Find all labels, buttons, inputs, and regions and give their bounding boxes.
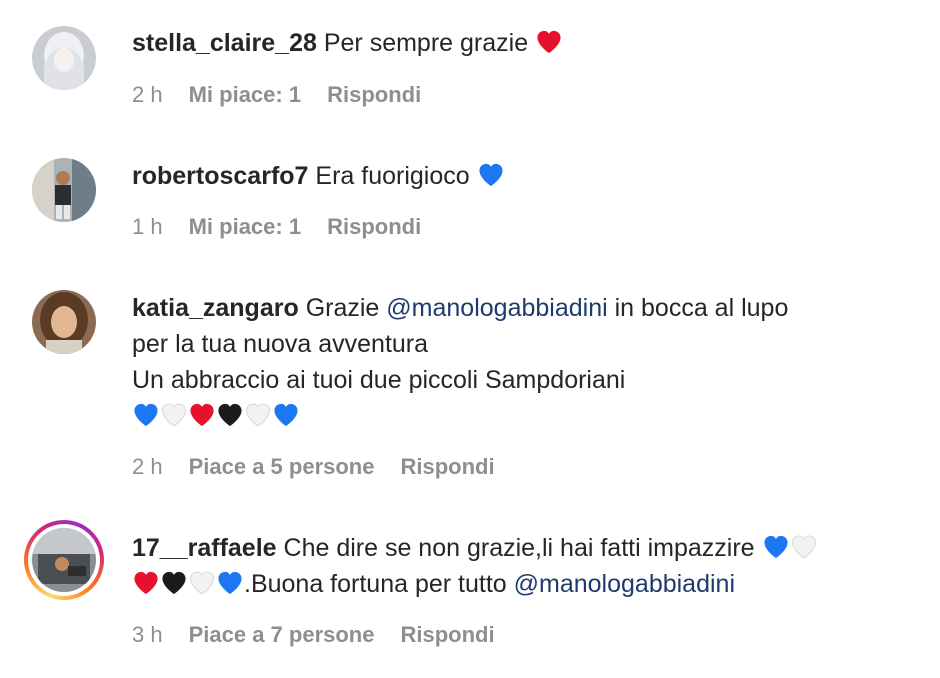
comment-time[interactable]: 3 h [132, 622, 163, 648]
white-heart-icon [160, 402, 188, 428]
comment-text-line: per la tua nuova avventura [132, 330, 429, 358]
reply-button[interactable]: Rispondi [400, 454, 494, 480]
like-count[interactable]: Mi piace: 1 [189, 82, 301, 108]
red-heart-icon [535, 29, 563, 55]
black-heart-icon [216, 402, 244, 428]
comment-text: in bocca al lupo [614, 294, 789, 322]
comment-username[interactable]: stella_claire_28 [132, 29, 317, 57]
avatar[interactable] [32, 26, 96, 90]
comment-username[interactable]: robertoscarfo7 [132, 162, 308, 190]
like-count[interactable]: Piace a 5 persone [189, 454, 375, 480]
comment-text: Grazie [305, 294, 380, 322]
emoji-line [132, 398, 920, 434]
comment-username[interactable]: 17__raffaele [132, 534, 277, 562]
comment-body: katia_zangaro Grazie @manologabbiadini i… [132, 290, 920, 434]
blue-heart-icon [762, 534, 790, 560]
comment-time[interactable]: 2 h [132, 454, 163, 480]
white-heart-icon [790, 534, 818, 560]
avatar[interactable] [32, 158, 96, 222]
blue-heart-icon [216, 570, 244, 596]
reply-button[interactable]: Rispondi [327, 82, 421, 108]
comment-body: 17__raffaele Che dire se non grazie,li h… [132, 530, 920, 602]
comment-text: Era fuorigioco [315, 162, 470, 190]
comment-body: stella_claire_28 Per sempre grazie [132, 25, 920, 61]
comment-text: Per sempre grazie [323, 29, 529, 57]
red-heart-icon [132, 570, 160, 596]
black-heart-icon [160, 570, 188, 596]
reply-button[interactable]: Rispondi [327, 214, 421, 240]
reply-button[interactable]: Rispondi [400, 622, 494, 648]
comment-body: robertoscarfo7 Era fuorigioco [132, 158, 920, 194]
white-heart-icon [244, 402, 272, 428]
comment-meta: 2 h Piace a 5 persone Rispondi [132, 454, 495, 480]
mention-link[interactable]: @manologabbiadini [386, 294, 607, 322]
like-count[interactable]: Mi piace: 1 [189, 214, 301, 240]
like-count[interactable]: Piace a 7 persone [189, 622, 375, 648]
blue-heart-icon [132, 402, 160, 428]
comment-text: Che dire se non grazie,li hai fatti impa… [283, 534, 755, 562]
comment-time[interactable]: 1 h [132, 214, 163, 240]
comment-time[interactable]: 2 h [132, 82, 163, 108]
white-heart-icon [188, 570, 216, 596]
comment-meta: 1 h Mi piace: 1 Rispondi [132, 214, 421, 240]
comment-meta: 2 h Mi piace: 1 Rispondi [132, 82, 421, 108]
comment-meta: 3 h Piace a 7 persone Rispondi [132, 622, 495, 648]
comment-text-line: Un abbraccio ai tuoi due piccoli Sampdor… [132, 366, 626, 394]
avatar [32, 528, 96, 592]
avatar[interactable] [32, 290, 96, 354]
blue-heart-icon [477, 162, 505, 188]
story-ring[interactable] [24, 520, 104, 600]
comment-text: .Buona fortuna per tutto [244, 570, 507, 598]
red-heart-icon [188, 402, 216, 428]
blue-heart-icon [272, 402, 300, 428]
mention-link[interactable]: @manologabbiadini [514, 570, 735, 598]
comment-username[interactable]: katia_zangaro [132, 294, 299, 322]
